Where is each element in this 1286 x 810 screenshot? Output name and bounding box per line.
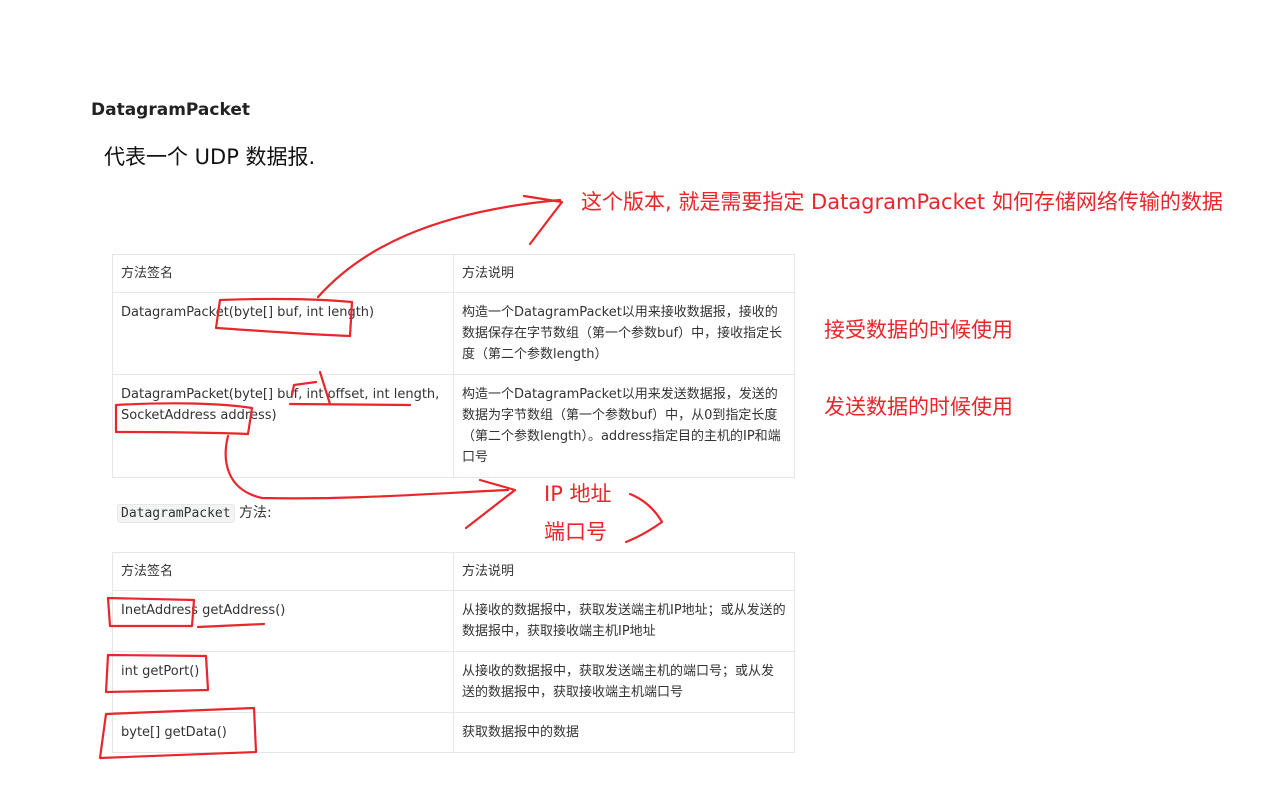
table-header-description: 方法说明 <box>453 254 795 293</box>
ink-bracket-port <box>624 492 664 544</box>
annotation-receive-note: 接受数据的时候使用 <box>824 318 1013 342</box>
method-description: 从接收的数据报中，获取发送端主机IP地址；或从发送的数据报中，获取接收端主机IP… <box>453 590 795 652</box>
table-header-signature: 方法签名 <box>112 254 454 293</box>
method-description: 获取数据报中的数据 <box>453 712 795 753</box>
annotation-ip-note: IP 地址 <box>544 482 612 506</box>
constructor-description: 构造一个DatagramPacket以用来接收数据报，接收的数据保存在字节数组（… <box>453 292 795 375</box>
methods-intro-text: 方法: <box>234 505 272 521</box>
table-header-row: 方法签名 方法说明 <box>112 552 795 591</box>
method-signature: byte[] getData() <box>112 712 454 753</box>
methods-table: 方法签名 方法说明 InetAddress getAddress() 从接收的数… <box>112 552 795 753</box>
annotation-send-note: 发送数据的时候使用 <box>824 395 1013 419</box>
constructors-table: 方法签名 方法说明 DatagramPacket(byte[] buf, int… <box>112 254 795 478</box>
inline-code: DatagramPacket <box>117 504 235 523</box>
section-subheading: 代表一个 UDP 数据报. <box>104 145 316 169</box>
table-header-description: 方法说明 <box>453 552 795 591</box>
constructor-signature: DatagramPacket(byte[] buf, int length) <box>112 292 454 375</box>
section-heading: DatagramPacket <box>91 100 250 120</box>
table-row: InetAddress getAddress() 从接收的数据报中，获取发送端主… <box>112 590 795 652</box>
table-row: DatagramPacket(byte[] buf, int offset, i… <box>112 374 795 478</box>
ink-arrow-ip <box>464 478 517 530</box>
methods-intro: DatagramPacket 方法: <box>117 502 272 523</box>
method-signature: InetAddress getAddress() <box>112 590 454 652</box>
constructor-signature: DatagramPacket(byte[] buf, int offset, i… <box>112 374 454 478</box>
method-signature: int getPort() <box>112 651 454 713</box>
table-header-signature: 方法签名 <box>112 552 454 591</box>
table-header-row: 方法签名 方法说明 <box>112 254 795 293</box>
constructor-description: 构造一个DatagramPacket以用来发送数据报，发送的数据为字节数组（第一… <box>453 374 795 478</box>
table-row: DatagramPacket(byte[] buf, int length) 构… <box>112 292 795 375</box>
table-row: byte[] getData() 获取数据报中的数据 <box>112 712 795 753</box>
annotation-port-note: 端口号 <box>544 520 607 544</box>
annotation-version-note: 这个版本, 就是需要指定 DatagramPacket 如何存储网络传输的数据 <box>581 190 1223 214</box>
method-description: 从接收的数据报中，获取发送端主机的端口号；或从发送的数据报中，获取接收端主机端口… <box>453 651 795 713</box>
table-row: int getPort() 从接收的数据报中，获取发送端主机的端口号；或从发送的… <box>112 651 795 713</box>
